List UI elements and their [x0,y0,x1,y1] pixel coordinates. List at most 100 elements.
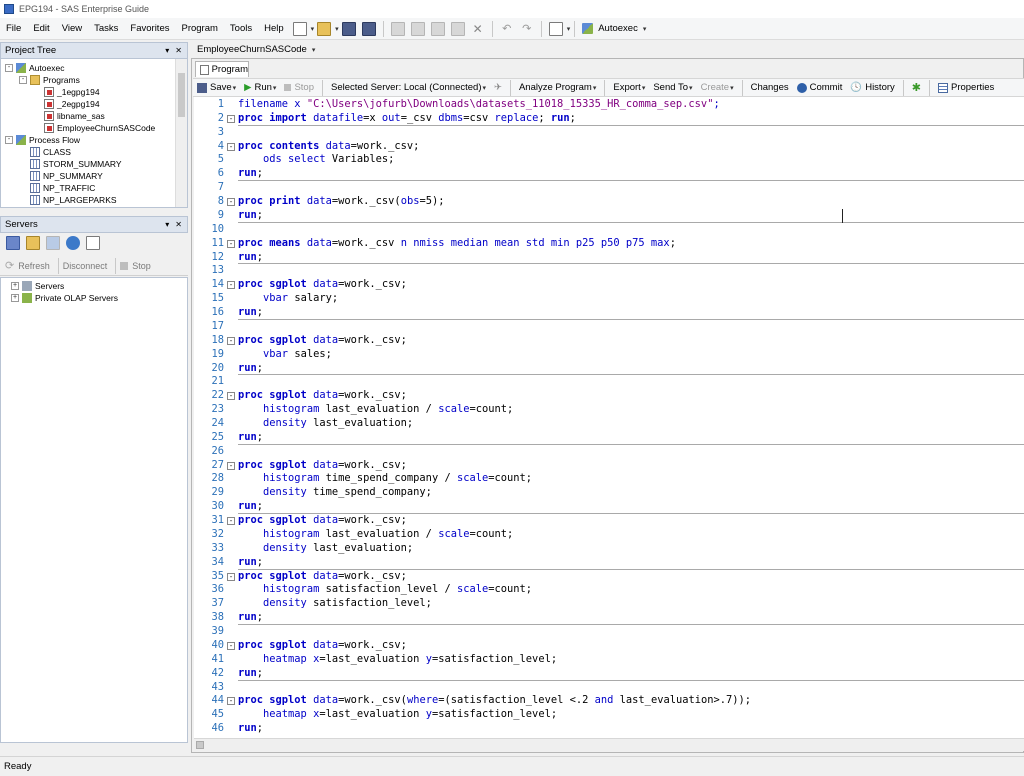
tree-item[interactable]: STORM_SUMMARY [19,158,122,170]
redo-icon[interactable]: ↷ [520,22,534,36]
code-line[interactable]: 32 histogram last_evaluation / scale=cou… [194,528,1024,542]
code-line[interactable]: 39 [194,625,1024,639]
fold-toggle-icon[interactable]: - [227,337,235,345]
delete-icon[interactable]: ✕ [471,22,485,36]
close-icon[interactable]: ✕ [175,220,182,229]
code-line[interactable]: 16run; [194,306,1024,320]
selected-server-button[interactable]: Selected Server: Local (Connected)▾ [327,82,490,93]
refresh-icon[interactable]: ⟳ [5,259,14,272]
commit-button[interactable]: Commit [793,82,847,93]
code-line[interactable]: 18-proc sgplot data=work._csv; [194,334,1024,348]
expand-icon[interactable]: + [11,294,19,302]
code-line[interactable]: 30run; [194,500,1024,514]
new-dropdown-icon[interactable]: ▾ [311,25,315,33]
code-line[interactable]: 14-proc sgplot data=work._csv; [194,278,1024,292]
code-line[interactable]: 2-proc import datafile=x out=_csv dbms=c… [194,112,1024,126]
tree-item[interactable]: libname_sas [33,110,105,122]
code-line[interactable]: 43 [194,681,1024,695]
chevron-down-icon[interactable]: ▾ [312,46,316,54]
server-item[interactable]: +Servers [11,280,64,292]
print-icon[interactable] [391,22,405,36]
code-line[interactable]: 9run; [194,209,1024,223]
cut-icon[interactable] [411,22,425,36]
code-line[interactable]: 10 [194,223,1024,237]
fold-toggle-icon[interactable]: - [227,115,235,123]
fold-toggle-icon[interactable]: - [227,517,235,525]
project-tree-scrollbar[interactable] [175,59,187,207]
code-line[interactable]: 13 [194,264,1024,278]
menu-help[interactable]: Help [258,20,290,38]
code-line[interactable]: 35-proc sgplot data=work._csv; [194,570,1024,584]
fold-toggle-icon[interactable]: - [227,143,235,151]
autoexec-dropdown-icon[interactable]: ▾ [643,25,647,33]
code-line[interactable]: 44-proc sgplot data=work._csv(where=(sat… [194,694,1024,708]
save-all-icon[interactable] [362,22,376,36]
code-line[interactable]: 36 histogram satisfaction_level / scale=… [194,583,1024,597]
tree-item[interactable]: NP_TRAFFIC [19,182,95,194]
open-icon[interactable] [317,22,331,36]
close-icon[interactable]: ✕ [175,46,182,55]
send-to-button[interactable]: Send To▾ [649,82,696,93]
code-line[interactable]: 37 density satisfaction_level; [194,597,1024,611]
code-line[interactable]: 15 vbar salary; [194,292,1024,306]
save-button[interactable]: Save▾ [193,82,240,93]
code-line[interactable]: 12run; [194,251,1024,265]
fold-toggle-icon[interactable]: - [227,642,235,650]
code-line[interactable]: 27-proc sgplot data=work._csv; [194,459,1024,473]
scrollbar-thumb[interactable] [178,73,185,117]
collapse-icon[interactable]: - [5,64,13,72]
menu-tools[interactable]: Tools [224,20,258,38]
code-line[interactable]: 5 ods select Variables; [194,153,1024,167]
pin-icon[interactable]: ▾ [165,220,169,229]
paste-icon[interactable] [451,22,465,36]
autoexec-label[interactable]: Autoexec [598,23,638,34]
changes-button[interactable]: Changes [747,82,793,93]
tree-item[interactable]: _1egpg194 [33,86,100,98]
code-line[interactable]: 6run; [194,167,1024,181]
save-icon[interactable] [342,22,356,36]
code-line[interactable]: 23 histogram last_evaluation / scale=cou… [194,403,1024,417]
run-button[interactable]: ▶Run▾ [240,82,280,93]
server-item[interactable]: +Private OLAP Servers [11,292,118,304]
code-line[interactable]: 31-proc sgplot data=work._csv; [194,514,1024,528]
code-line[interactable]: 38run; [194,611,1024,625]
code-line[interactable]: 20run; [194,362,1024,376]
code-line[interactable]: 4-proc contents data=work._csv; [194,140,1024,154]
stop-button[interactable]: Stop [280,82,318,93]
code-line[interactable]: 24 density last_evaluation; [194,417,1024,431]
stop-button[interactable]: Stop [132,261,151,271]
code-editor[interactable]: 1filename x "C:\Users\jofurb\Downloads\d… [194,97,1024,738]
code-line[interactable]: 29 density time_spend_company; [194,486,1024,500]
disconnect-button[interactable]: Disconnect [63,261,108,271]
tree-item[interactable]: -Process Flow [5,134,80,146]
code-line[interactable]: 3 [194,126,1024,140]
history-button[interactable]: 🕓History [846,82,898,93]
code-line[interactable]: 8-proc print data=work._csv(obs=5); [194,195,1024,209]
document-tab[interactable]: EmployeeChurnSASCode ▾ [191,41,321,58]
menu-file[interactable]: File [0,20,27,38]
pin-icon[interactable]: ▾ [165,46,169,55]
bug-icon[interactable]: ✱ [908,81,925,94]
globe-icon[interactable] [66,236,80,250]
new-icon[interactable] [293,22,307,36]
fold-toggle-icon[interactable]: - [227,462,235,470]
menu-favorites[interactable]: Favorites [124,20,175,38]
tree-item[interactable]: -Programs [19,74,80,86]
fold-toggle-icon[interactable]: - [227,697,235,705]
fold-toggle-icon[interactable]: - [227,573,235,581]
code-line[interactable]: 25run; [194,431,1024,445]
menu-edit[interactable]: Edit [27,20,55,38]
server-folder-icon[interactable] [26,236,40,250]
program-tab[interactable]: Program [195,61,249,77]
document-tab-label[interactable]: EmployeeChurnSASCode [197,44,307,55]
tree-item[interactable]: EmployeeChurnSASCode [33,122,155,134]
autoexec-icon[interactable] [582,23,593,34]
expand-icon[interactable]: + [11,282,19,290]
code-line[interactable]: 11-proc means data=work._csv n nmiss med… [194,237,1024,251]
window-layout-icon[interactable] [549,22,563,36]
server-properties-icon[interactable] [86,236,100,250]
code-line[interactable]: 26 [194,445,1024,459]
server-library-icon[interactable] [46,236,60,250]
menu-view[interactable]: View [56,20,88,38]
tree-item[interactable]: NP_SUMMARY [19,170,103,182]
